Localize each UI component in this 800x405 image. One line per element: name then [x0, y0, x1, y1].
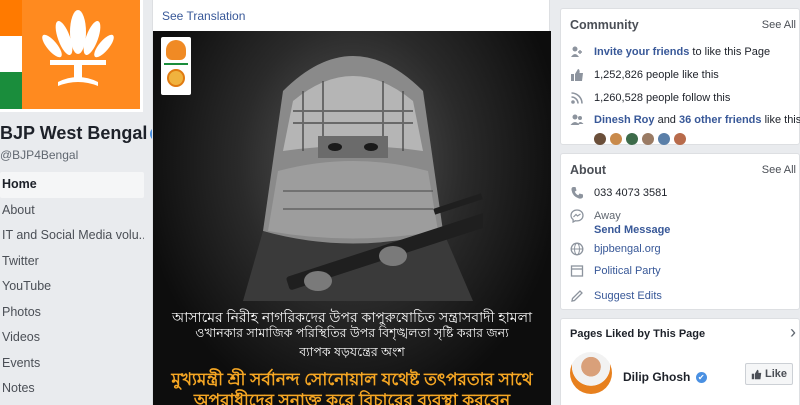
community-title: Community: [570, 18, 639, 32]
friend-and-text: and: [654, 114, 679, 126]
phone-number[interactable]: 033 4073 3581: [594, 186, 667, 200]
nav-item-it-social-media[interactable]: IT and Social Media volu...: [0, 223, 144, 249]
nav-item-notes[interactable]: Notes: [0, 376, 144, 402]
about-card: About See All 033 4073 3581 Away Send Mes…: [560, 153, 800, 310]
friend-avatar[interactable]: [626, 133, 638, 145]
see-translation-link[interactable]: See Translation: [162, 9, 245, 23]
page-name-text[interactable]: BJP West Bengal: [0, 123, 147, 143]
nav-item-about[interactable]: About: [0, 198, 144, 224]
lotus-icon: [166, 40, 186, 60]
invite-rest-text: to like this Page: [689, 46, 771, 58]
bjp-logo-badge: [161, 37, 191, 95]
nav-item-videos[interactable]: Videos: [0, 325, 144, 351]
messenger-icon: [570, 209, 584, 223]
like-page-button[interactable]: Like: [745, 363, 793, 385]
likes-row: 1,252,826 people like this: [570, 68, 719, 82]
rss-follow-icon: [571, 92, 583, 104]
chevron-right-icon[interactable]: ›: [790, 322, 796, 343]
image-caption-line-3: ব্যাপক ষড়যন্ত্রের অংশ: [299, 345, 405, 359]
likes-count-text: 1,252,826 people like this: [594, 69, 719, 81]
category-row: Political Party: [570, 264, 661, 278]
suggest-edits-row: Suggest Edits: [570, 289, 662, 303]
pages-liked-title: Pages Liked by This Page: [570, 328, 706, 340]
friends-like-row: Dinesh Roy and 36 other friends like thi…: [570, 113, 800, 127]
category-link[interactable]: Political Party: [594, 264, 661, 278]
liked-page-name-row: Dilip Ghosh ✔: [623, 370, 707, 384]
friend-avatar[interactable]: [658, 133, 670, 145]
profile-picture[interactable]: [0, 0, 143, 112]
away-status: Away: [594, 210, 621, 222]
liked-page-avatar[interactable]: [570, 352, 612, 394]
send-message-link[interactable]: Send Message: [594, 224, 670, 236]
invite-friends-link[interactable]: Invite your friends: [594, 46, 689, 58]
friend-avatar[interactable]: [610, 133, 622, 145]
friend-rest-text: like this: [761, 114, 800, 126]
post-image[interactable]: আসামের নিরীহ নাগরিকদের উপর কাপুরুষোচিত স…: [153, 31, 551, 405]
about-see-all-link[interactable]: See All: [762, 164, 796, 176]
badge-divider: [164, 63, 188, 65]
post-card: See Translation আসামের নিরীহ নাগরিকদের উ…: [152, 0, 551, 405]
about-title: About: [570, 163, 607, 177]
friend-avatar[interactable]: [594, 133, 606, 145]
lotus-logo-icon: [42, 10, 114, 86]
friends-avatars: [594, 133, 690, 145]
liked-page-verified-icon: ✔: [695, 372, 707, 384]
nav-item-youtube[interactable]: YouTube: [0, 274, 144, 300]
friend-avatar[interactable]: [642, 133, 654, 145]
page-handle: @BJP4Bengal: [0, 148, 79, 162]
phone-icon: [571, 187, 583, 199]
friend-name-link[interactable]: Dinesh Roy: [594, 114, 655, 126]
friend-avatar[interactable]: [674, 133, 686, 145]
other-friends-link[interactable]: 36 other friends: [679, 114, 762, 126]
friends-icon: [570, 114, 584, 125]
globe-icon: [570, 242, 584, 256]
thumbs-up-icon: [571, 69, 583, 81]
community-see-all-link[interactable]: See All: [762, 19, 796, 31]
pages-liked-card: Pages Liked by This Page › Dilip Ghosh ✔…: [560, 318, 800, 405]
follows-count-text: 1,260,528 people follow this: [594, 92, 731, 104]
image-caption-line-5: অপরাধীদের সনাক্ত করে বিচারের ব্যবস্থা কর…: [193, 391, 511, 405]
liked-page-name-link[interactable]: Dilip Ghosh: [623, 370, 690, 384]
militant-figure-image: [243, 56, 483, 301]
category-icon: [570, 265, 584, 277]
thumbs-up-icon: [751, 369, 762, 379]
website-row: bjpbengal.org: [570, 242, 661, 256]
nav-item-home[interactable]: Home: [0, 172, 144, 198]
suggest-edits-link[interactable]: Suggest Edits: [594, 289, 662, 303]
invite-row: Invite your friends to like this Page: [570, 45, 770, 59]
like-button-label: Like: [764, 368, 787, 380]
nav-item-events[interactable]: Events: [0, 351, 144, 377]
website-link[interactable]: bjpbengal.org: [594, 242, 661, 256]
phone-row: 033 4073 3581: [570, 186, 667, 200]
messenger-row: Away Send Message: [570, 209, 670, 237]
nav-item-photos[interactable]: Photos: [0, 300, 144, 326]
invite-friends-icon: [571, 46, 582, 57]
nav-item-twitter[interactable]: Twitter: [0, 249, 144, 275]
page-title[interactable]: BJP West Bengal✔: [0, 123, 165, 144]
community-card: Community See All Invite your friends to…: [560, 8, 800, 145]
page-nav: Home About IT and Social Media volu... T…: [0, 172, 144, 402]
flag-stripe: [0, 0, 22, 109]
follows-row: 1,260,528 people follow this: [570, 91, 730, 105]
pencil-icon: [571, 290, 583, 302]
image-caption-line-2: ওখানকার সামাজিক পরিস্থিতির উপর বিশৃঙ্খলত…: [195, 326, 509, 340]
left-column: BJP West Bengal✔ @BJP4Bengal Home About …: [0, 0, 165, 405]
leader-avatar-icon: [167, 69, 185, 87]
